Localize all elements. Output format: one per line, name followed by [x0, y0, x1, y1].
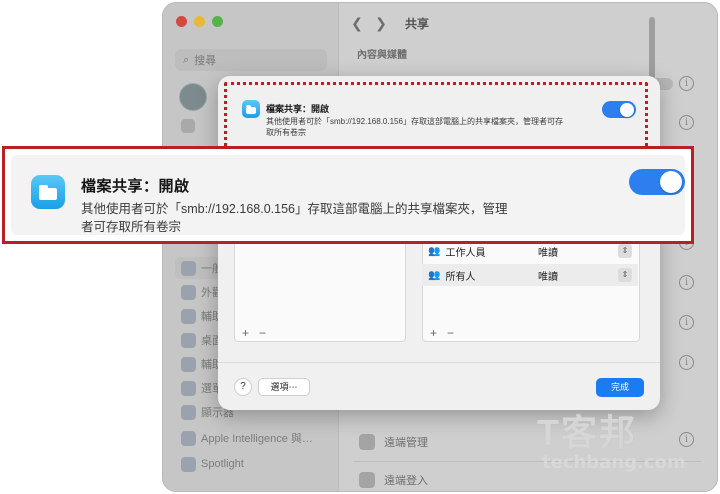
info-icon[interactable]: i [679, 275, 694, 290]
list-item[interactable]: 👥 所有人 唯讀 ⇕ [422, 264, 638, 286]
search-icon: ⌕ [183, 53, 190, 66]
forward-button[interactable]: ❯ [371, 13, 391, 33]
family-icon [181, 119, 195, 133]
sidebar-item-apple-intelligence[interactable]: Apple Intelligence 與… [175, 427, 327, 449]
search-placeholder: 搜尋 [194, 55, 217, 67]
access-value: 唯讀 [538, 271, 558, 283]
shared-folders-footer: + − [236, 324, 266, 342]
accessibility-icon [181, 356, 196, 372]
user-name: 工作人員 [445, 247, 486, 259]
people-icon: 👥 [428, 245, 441, 257]
callout-row: 檔案共享：開啟 其他使用者可於「smb://192.168.0.156」存取這部… [11, 155, 685, 235]
sheet-title: 檔案共享：開啟 [266, 104, 330, 114]
user-name: 所有人 [445, 271, 476, 283]
avatar[interactable] [179, 83, 207, 111]
add-user-button[interactable]: + [430, 326, 437, 340]
remote-login-icon [359, 472, 375, 488]
window-title: 共享 [405, 17, 430, 31]
spotlight-icon [181, 456, 196, 472]
callout-title: 檔案共享：開啟 [81, 178, 190, 195]
row-label: 遠端管理 [384, 437, 428, 449]
access-popup-icon[interactable]: ⇕ [618, 268, 632, 282]
info-icon[interactable]: i [679, 315, 694, 330]
done-button[interactable]: 完成 [596, 378, 644, 397]
access-popup-icon[interactable]: ⇕ [618, 244, 632, 258]
remote-management-icon [359, 434, 375, 450]
callout-description: 其他使用者可於「smb://192.168.0.156」存取這部電腦上的共享檔案… [81, 200, 561, 236]
info-icon[interactable]: i [679, 115, 694, 130]
watermark-logo: T客邦 [537, 412, 637, 453]
users-footer: + − [424, 324, 454, 342]
callout-description-line: 其他使用者可於「smb://192.168.0.156」存取這部電腦上的共享檔案… [81, 202, 508, 216]
divider [218, 362, 660, 363]
add-folder-button[interactable]: + [242, 326, 249, 340]
display-icon [181, 404, 196, 420]
section-title: 內容與媒體 [357, 50, 407, 61]
menu-icon [181, 380, 196, 396]
sidebar-item-label: Apple Intelligence 與… [201, 433, 313, 445]
callout-description-line: 者可存取所有卷宗 [81, 220, 182, 234]
remove-folder-button[interactable]: − [259, 326, 266, 340]
apple-intelligence-icon [181, 430, 196, 446]
info-icon[interactable]: i [679, 355, 694, 370]
close-window-button[interactable] [176, 16, 187, 27]
screenshot: ⌕ 搜尋 一般 外觀 輔助 桌面 輔助 選單 顯示器 Apple Intelli… [0, 0, 720, 494]
access-value: 唯讀 [538, 247, 558, 259]
back-button[interactable]: ❮ [347, 13, 367, 33]
search-input[interactable]: ⌕ 搜尋 [175, 49, 327, 71]
help-button[interactable]: ? [234, 378, 252, 396]
appearance-icon [181, 284, 196, 300]
file-sharing-icon [242, 100, 260, 118]
remove-user-button[interactable]: − [447, 326, 454, 340]
zoom-window-button[interactable] [212, 16, 223, 27]
accessibility-icon [181, 308, 196, 324]
file-sharing-icon [31, 175, 65, 209]
row-label: 遠端登入 [384, 475, 428, 487]
sidebar-item-spotlight[interactable]: Spotlight [175, 453, 327, 475]
sheet-description: 其他使用者可於「smb://192.168.0.156」存取這部電腦上的共享檔案… [266, 117, 563, 137]
options-button[interactable]: 選項⋯ [258, 378, 310, 396]
people-icon: 👥 [428, 269, 441, 281]
file-sharing-toggle[interactable] [602, 101, 636, 118]
minimize-window-button[interactable] [194, 16, 205, 27]
gear-icon [181, 260, 196, 276]
file-sharing-toggle-zoomed[interactable] [629, 169, 685, 195]
zoom-callout: 檔案共享：開啟 其他使用者可於「smb://192.168.0.156」存取這部… [2, 146, 694, 244]
watermark-text: techbang.com [542, 452, 686, 473]
desktop-icon [181, 332, 196, 348]
info-icon[interactable]: i [679, 76, 694, 91]
sidebar-item-label: Spotlight [201, 458, 244, 470]
